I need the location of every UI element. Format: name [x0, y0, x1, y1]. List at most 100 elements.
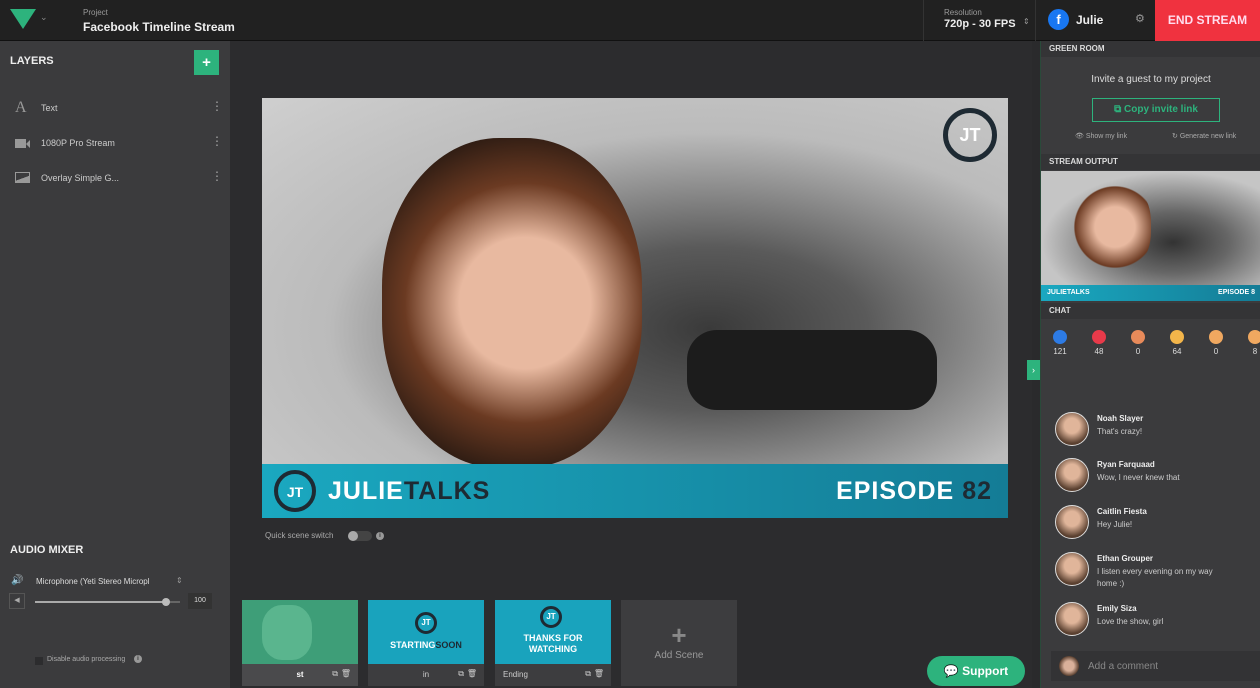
- mute-button[interactable]: ◀: [9, 593, 25, 609]
- chat-author[interactable]: Noah Slayer: [1097, 414, 1143, 423]
- scene-card-ending[interactable]: JT THANKS FOR WATCHING Ending ⧉ 🗑: [495, 600, 611, 686]
- scene-name[interactable]: st: [296, 670, 303, 679]
- info-icon[interactable]: i: [376, 532, 384, 540]
- reaction-count: 64: [1172, 347, 1182, 356]
- duplicate-icon[interactable]: ⧉: [458, 669, 464, 679]
- stream-preview[interactable]: JT JT JULIETALKS EPISODE 82: [262, 98, 1008, 518]
- info-icon[interactable]: i: [134, 655, 142, 663]
- gear-icon[interactable]: ⚙: [1135, 12, 1145, 25]
- trash-icon[interactable]: 🗑: [594, 669, 604, 678]
- avatar: [1055, 412, 1089, 446]
- chat-text: That's crazy!: [1097, 427, 1143, 436]
- project-name[interactable]: Facebook Timeline Stream: [83, 20, 235, 34]
- jt-logo: JT: [274, 470, 316, 512]
- chat-bubble-icon: 💬: [943, 664, 959, 678]
- reaction-haha: 0: [1126, 330, 1150, 356]
- layer-overlay[interactable]: Overlay Simple G... ⋮: [0, 169, 230, 189]
- trash-icon[interactable]: 🗑: [467, 669, 477, 678]
- scene-card-starting[interactable]: JT STARTINGSOON in ⧉ 🗑: [368, 600, 484, 686]
- audio-mixer-title: AUDIO MIXER: [10, 544, 84, 556]
- collapse-panel-button[interactable]: ›: [1027, 360, 1040, 380]
- disable-processing-checkbox[interactable]: [35, 657, 43, 665]
- chat-author[interactable]: Caitlin Fiesta: [1097, 507, 1147, 516]
- left-sidebar: LAYERS + A Text ⋮ 1080P Pro Stream ⋮ Overla…: [0, 41, 230, 688]
- support-button[interactable]: 💬 Support: [927, 656, 1025, 686]
- chat-author[interactable]: Emily Siza: [1097, 604, 1137, 613]
- episode-label: EPISODE: [836, 477, 955, 505]
- show-name-first: JULIE: [328, 477, 404, 505]
- chat-text: Wow, I never knew that: [1097, 473, 1180, 482]
- comment-input[interactable]: Add a comment: [1051, 651, 1260, 681]
- more-icon[interactable]: ⋮: [211, 169, 223, 183]
- chat-message: Noah Slayer That's crazy!: [1055, 412, 1255, 452]
- avatar: [1059, 656, 1079, 676]
- volume-slider-handle[interactable]: [161, 598, 170, 606]
- speaker-icon: 🔊: [11, 575, 24, 586]
- copy-icon: ⧉: [1114, 104, 1122, 115]
- scene-name[interactable]: in: [423, 670, 429, 679]
- image-icon: [15, 171, 31, 185]
- select-arrows-icon[interactable]: ⇕: [176, 576, 183, 585]
- camera-icon: [15, 136, 31, 150]
- avatar: [1055, 552, 1089, 586]
- layer-label: Overlay Simple G...: [41, 173, 120, 183]
- copy-invite-link-button[interactable]: ⧉ Copy invite link: [1092, 98, 1220, 122]
- end-stream-button[interactable]: END STREAM: [1155, 0, 1260, 41]
- volume-value[interactable]: 100: [188, 593, 212, 609]
- reaction-wow: 8: [1243, 330, 1260, 356]
- refresh-icon: ↻: [1172, 133, 1178, 140]
- user-name[interactable]: Julie: [1076, 13, 1103, 27]
- stream-output-header[interactable]: STREAM OUTPUT: [1041, 154, 1260, 170]
- disable-processing-label: Disable audio processing: [47, 656, 126, 663]
- jt-logo: JT: [415, 612, 437, 634]
- stream-output-preview: JULIETALKS EPISODE 8: [1041, 171, 1260, 301]
- avatar: [1055, 458, 1089, 492]
- layers-title: LAYERS: [10, 55, 54, 67]
- scene-name[interactable]: Ending: [503, 670, 528, 679]
- chat-header[interactable]: CHAT: [1041, 303, 1260, 319]
- chat-author[interactable]: Ryan Farquaad: [1097, 460, 1155, 469]
- reaction-like: 121: [1048, 330, 1072, 356]
- reaction-laugh: 64: [1165, 330, 1189, 356]
- resolution-label: Resolution: [944, 8, 982, 17]
- lower-third: JT JULIETALKS EPISODE 82: [262, 464, 1008, 518]
- reaction-count: 0: [1213, 347, 1219, 356]
- wow-icon: [1248, 330, 1260, 344]
- green-room-header[interactable]: GREEN ROOM: [1041, 41, 1260, 57]
- generate-new-link[interactable]: ↻ Generate new link: [1172, 132, 1236, 140]
- layer-text[interactable]: A Text ⋮: [0, 99, 230, 119]
- layer-camera[interactable]: 1080P Pro Stream ⋮: [0, 134, 230, 154]
- layer-label: Text: [41, 103, 58, 113]
- select-arrows-icon[interactable]: ⇕: [1023, 17, 1030, 26]
- audio-device-select[interactable]: Microphone (Yeti Stereo Micropl: [36, 577, 150, 586]
- duplicate-icon[interactable]: ⧉: [585, 669, 591, 679]
- eye-icon: 👁: [1075, 133, 1084, 140]
- scene-card-live[interactable]: st ⧉ 🗑: [242, 600, 358, 686]
- show-my-link[interactable]: 👁 Show my link: [1075, 132, 1127, 140]
- volume-slider[interactable]: [35, 598, 180, 606]
- more-icon[interactable]: ⋮: [211, 134, 223, 148]
- more-icon[interactable]: ⋮: [211, 99, 223, 113]
- trash-icon[interactable]: 🗑: [341, 669, 351, 678]
- episode-number: 82: [962, 477, 992, 505]
- reaction-count: 121: [1053, 347, 1067, 356]
- chevron-down-icon[interactable]: ⌄: [40, 12, 48, 23]
- logo-icon[interactable]: [10, 9, 36, 29]
- scene-title: WATCHING: [528, 644, 578, 654]
- chat-author[interactable]: Ethan Grouper: [1097, 554, 1153, 563]
- layer-label: 1080P Pro Stream: [41, 138, 115, 148]
- jt-logo: JT: [540, 606, 562, 628]
- right-panel: GREEN ROOM Invite a guest to my project …: [1040, 41, 1260, 688]
- love-icon: [1092, 330, 1106, 344]
- avatar: [1055, 602, 1089, 636]
- duplicate-icon[interactable]: ⧉: [332, 669, 338, 679]
- facebook-icon: f: [1048, 9, 1069, 30]
- quick-scene-switch-toggle[interactable]: [348, 531, 372, 541]
- add-scene-label: Add Scene: [654, 650, 704, 661]
- add-scene-button[interactable]: + Add Scene: [621, 600, 737, 686]
- reaction-count: 0: [1135, 347, 1141, 356]
- add-layer-button[interactable]: +: [194, 50, 219, 75]
- generate-link-label: Generate new link: [1179, 133, 1237, 140]
- output-episode: EPISODE 8: [1218, 289, 1255, 296]
- resolution-select[interactable]: 720p - 30 FPS: [944, 18, 1016, 30]
